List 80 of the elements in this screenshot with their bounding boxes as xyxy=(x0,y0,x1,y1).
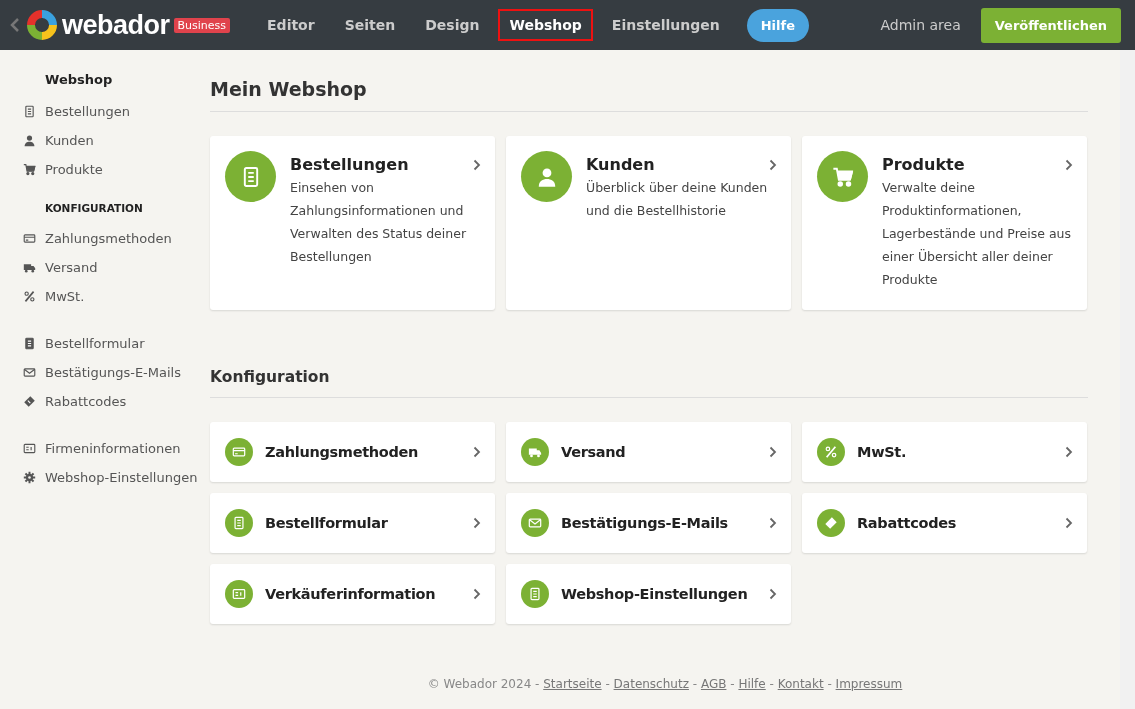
logo-text: webador xyxy=(62,9,170,41)
percent-icon xyxy=(23,290,37,303)
settings-card[interactable]: Rabattcodes xyxy=(802,493,1087,553)
settings-card[interactable]: Bestellformular xyxy=(210,493,495,553)
nav-tab[interactable]: Design xyxy=(414,9,491,41)
settings-card[interactable]: MwSt. xyxy=(802,422,1087,482)
card-title: Bestellungen xyxy=(290,155,409,174)
sidebar-item[interactable]: Kunden xyxy=(23,126,210,155)
sidebar-item[interactable]: Bestätigungs-E-Mails xyxy=(23,358,210,387)
id-card-icon xyxy=(232,587,246,601)
envelope-icon xyxy=(23,366,37,379)
sidebar-item[interactable]: Firmeninformationen xyxy=(23,434,210,463)
footer-link[interactable]: Hilfe xyxy=(738,677,766,691)
nav-tab[interactable]: Einstellungen xyxy=(600,9,731,41)
credit-card-icon xyxy=(232,445,246,459)
section-title: Konfiguration xyxy=(210,368,1088,398)
chevron-icon xyxy=(473,517,481,529)
settings-card[interactable]: Verkäuferinformation xyxy=(210,564,495,624)
chevron-icon xyxy=(769,517,777,529)
chevron-icon xyxy=(769,446,777,458)
settings-card[interactable]: Zahlungsmethoden xyxy=(210,422,495,482)
chevron-icon xyxy=(473,446,481,458)
chevron-icon xyxy=(473,158,481,171)
chevron-icon xyxy=(473,588,481,600)
settings-card[interactable]: Webshop-Einstellungen xyxy=(506,564,791,624)
sidebar-item[interactable]: Bestellformular xyxy=(23,329,210,358)
ticket-icon xyxy=(23,395,37,408)
card-title: Kunden xyxy=(586,155,655,174)
cart-icon xyxy=(831,165,854,188)
ticket-icon xyxy=(824,516,838,530)
chevron-icon xyxy=(1065,517,1073,529)
doc-icon xyxy=(23,105,37,118)
overview-card[interactable]: Bestellungen Einsehen von Zahlungsinformationen und Verwalten des Status deiner Bestellungen xyxy=(210,136,495,310)
sidebar-item[interactable]: Versand xyxy=(23,253,210,282)
envelope-icon xyxy=(528,516,542,530)
overview-card[interactable]: Kunden Überblick über deine Kunden und die Bestellhistorie xyxy=(506,136,791,310)
plan-badge: Business xyxy=(173,18,231,33)
overview-card[interactable]: Produkte Verwalte deine Produktinformationen, Lagerbestände und Preise aus einer Übersicht aller deiner Produkte xyxy=(802,136,1087,310)
document-icon xyxy=(23,337,37,350)
sidebar-heading: KONFIGURATION xyxy=(45,202,144,214)
footer-link[interactable]: Datenschutz xyxy=(613,677,689,691)
gear-icon xyxy=(23,471,37,484)
cart-icon xyxy=(23,163,37,176)
footer-link[interactable]: Kontakt xyxy=(777,677,824,691)
nav-tab[interactable]: Editor xyxy=(256,9,326,41)
sidebar-item[interactable]: Bestellungen xyxy=(23,97,210,126)
card-description: Einsehen von Zahlungsinformationen und Verwalten des Status deiner Bestellungen xyxy=(290,179,468,266)
logo-icon xyxy=(26,9,58,41)
card-title: Produkte xyxy=(882,155,965,174)
settings-card[interactable]: Versand xyxy=(506,422,791,482)
percent-icon xyxy=(824,445,838,459)
doc-icon xyxy=(232,516,246,530)
page-title: Mein Webshop xyxy=(210,78,1088,112)
footer-link[interactable]: Startseite xyxy=(543,677,602,691)
sidebar-item[interactable]: Produkte xyxy=(23,155,210,184)
card-description: Überblick über deine Kunden und die Bestellhistorie xyxy=(586,179,769,220)
settings-card[interactable]: Bestätigungs-E-Mails xyxy=(506,493,791,553)
chevron-icon xyxy=(769,158,777,171)
sidebar-item[interactable]: MwSt. xyxy=(23,282,210,311)
sidebar-item[interactable]: Zahlungsmethoden xyxy=(23,224,210,253)
doc-icon xyxy=(528,587,542,601)
back-chevron-icon[interactable] xyxy=(10,17,20,33)
truck-icon xyxy=(23,261,37,274)
card-description: Verwalte deine Produktinformationen, Lagerbestände und Preise aus einer Übersicht aller deiner Produkte xyxy=(882,179,1072,289)
footer-text: © Webador 2024 - Startseite - Datenschutz - AGB - Hilfe - Kontakt - Impressum xyxy=(427,677,903,691)
nav-tab[interactable]: Seiten xyxy=(333,9,407,41)
footer-link[interactable]: AGB xyxy=(700,677,727,691)
chevron-icon xyxy=(1065,158,1073,171)
credit-card-icon xyxy=(23,232,37,245)
nav-tab[interactable]: Webshop xyxy=(498,9,593,41)
sidebar-item[interactable]: Webshop-Einstellungen xyxy=(23,463,210,492)
chevron-icon xyxy=(769,588,777,600)
user-icon xyxy=(23,134,37,147)
admin-area-link[interactable]: Admin area xyxy=(880,17,961,33)
sidebar-heading: Webshop xyxy=(45,72,114,87)
scrollbar[interactable] xyxy=(1120,50,1135,709)
id-card-icon xyxy=(23,442,37,455)
sidebar-item[interactable]: Rabattcodes xyxy=(23,387,210,416)
chevron-icon xyxy=(1065,446,1073,458)
footer-link[interactable]: Impressum xyxy=(835,677,903,691)
